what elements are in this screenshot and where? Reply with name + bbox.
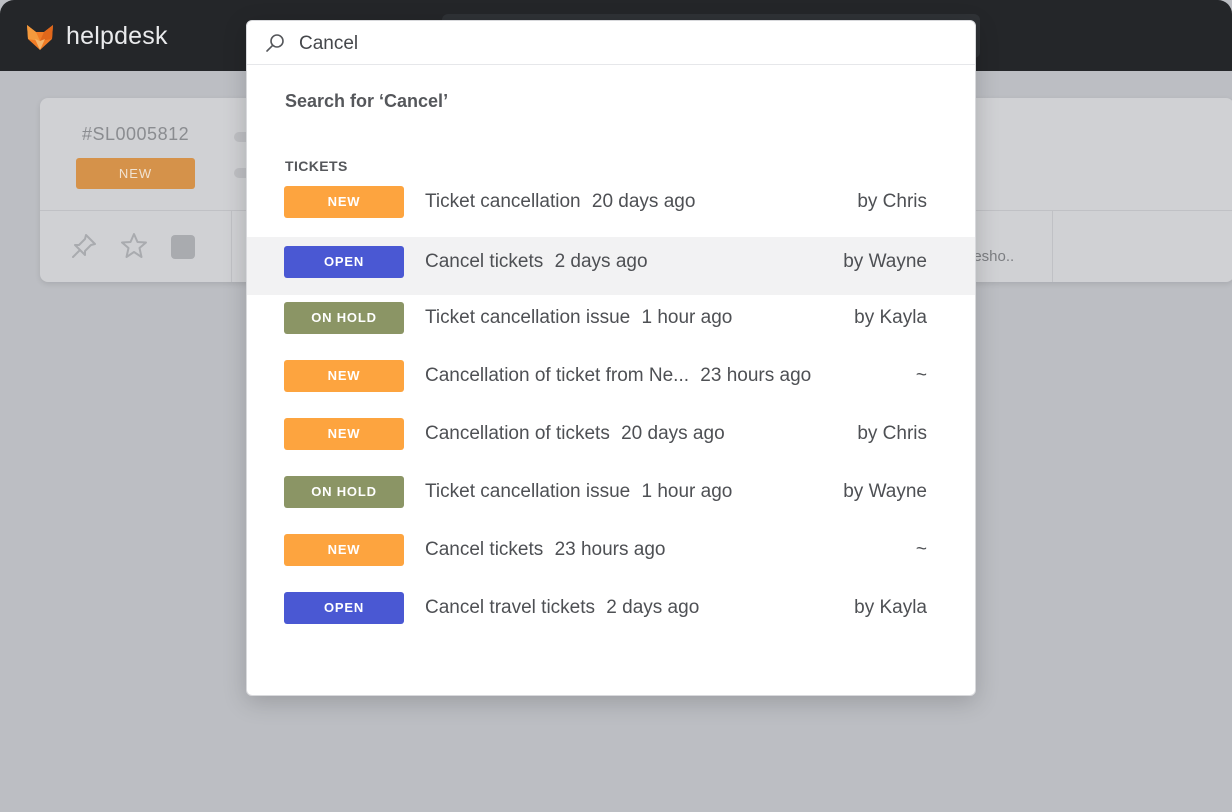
ticket-status-badge: NEW (76, 158, 195, 189)
result-title: Cancel tickets 23 hours ago (425, 539, 665, 561)
logo[interactable]: helpdesk (26, 22, 168, 51)
result-title-text: Cancel tickets (425, 539, 544, 560)
result-title: Cancel travel tickets 2 days ago (425, 597, 699, 619)
result-row[interactable]: NEW Ticket cancellation 20 days ago by C… (247, 179, 975, 237)
checkbox-icon[interactable] (171, 235, 195, 259)
ticket-id: #SL0005812 (82, 124, 190, 144)
results-list: NEW Ticket cancellation 20 days ago by C… (247, 179, 975, 643)
result-author: by Wayne (843, 251, 927, 272)
search-input[interactable] (299, 31, 939, 57)
result-author: ~ (915, 365, 927, 386)
search-for-link[interactable]: Search for ‘Cancel’ (285, 91, 448, 112)
section-heading-tickets: TICKETS (285, 158, 348, 174)
status-badge: NEW (284, 418, 404, 450)
result-title-text: Ticket cancellation issue (425, 307, 631, 328)
result-title-text: Ticket cancellation (425, 191, 581, 212)
search-icon (266, 34, 284, 52)
result-author: by Chris (857, 191, 927, 212)
divider (231, 211, 232, 282)
result-title-text: Cancellation of ticket from Ne... (425, 365, 689, 386)
result-title-text: Cancel travel tickets (425, 597, 596, 618)
result-time: 2 days ago (554, 251, 648, 272)
status-badge: NEW (284, 360, 404, 392)
star-icon[interactable] (120, 232, 148, 260)
result-row[interactable]: ON HOLD Ticket cancellation issue 1 hour… (247, 469, 975, 527)
result-title: Ticket cancellation 20 days ago (425, 191, 695, 213)
search-bar (247, 21, 975, 65)
status-badge: NEW (284, 534, 404, 566)
status-badge: ON HOLD (284, 302, 404, 334)
app-window: helpdesk #SL0005812 NEW lesho.. Cancel S… (0, 0, 1232, 812)
result-row[interactable]: NEW Cancellation of ticket from Ne... 23… (247, 353, 975, 411)
result-time: 23 hours ago (700, 365, 812, 386)
result-row[interactable]: NEW Cancellation of tickets 20 days ago … (247, 411, 975, 469)
result-title-text: Ticket cancellation issue (425, 481, 631, 502)
result-row[interactable]: OPEN Cancel tickets 2 days ago by Wayne (247, 237, 975, 295)
fox-logo-icon (27, 24, 53, 50)
result-row[interactable]: OPEN Cancel travel tickets 2 days ago by… (247, 585, 975, 643)
status-badge: OPEN (284, 592, 404, 624)
search-dropdown: Search for ‘Cancel’ TICKETS NEW Ticket c… (246, 20, 976, 696)
result-author: by Kayla (854, 307, 927, 328)
result-time: 23 hours ago (554, 539, 666, 560)
result-title: Ticket cancellation issue 1 hour ago (425, 481, 732, 503)
result-author: by Chris (857, 423, 927, 444)
result-time: 20 days ago (591, 191, 696, 212)
result-title: Cancel tickets 2 days ago (425, 251, 648, 273)
result-author: by Wayne (843, 481, 927, 502)
result-row[interactable]: NEW Cancel tickets 23 hours ago ~ (247, 527, 975, 585)
result-author: by Kayla (854, 597, 927, 618)
divider (1052, 211, 1053, 282)
result-author: ~ (915, 539, 927, 560)
result-title: Cancellation of ticket from Ne... 23 hou… (425, 365, 811, 387)
status-badge: ON HOLD (284, 476, 404, 508)
status-badge: OPEN (284, 246, 404, 278)
result-title: Ticket cancellation issue 1 hour ago (425, 307, 732, 329)
result-time: 1 hour ago (641, 481, 733, 502)
result-row[interactable]: ON HOLD Ticket cancellation issue 1 hour… (247, 295, 975, 353)
result-title-text: Cancellation of tickets (425, 423, 610, 444)
app-name: helpdesk (66, 22, 168, 50)
result-time: 20 days ago (621, 423, 725, 444)
result-title: Cancellation of tickets 20 days ago (425, 423, 725, 445)
ticket-snippet: lesho.. (970, 248, 1015, 265)
status-badge: NEW (284, 186, 404, 218)
result-title-text: Cancel tickets (425, 251, 544, 272)
pin-icon[interactable] (70, 232, 98, 260)
result-time: 2 days ago (606, 597, 700, 618)
result-time: 1 hour ago (641, 307, 733, 328)
